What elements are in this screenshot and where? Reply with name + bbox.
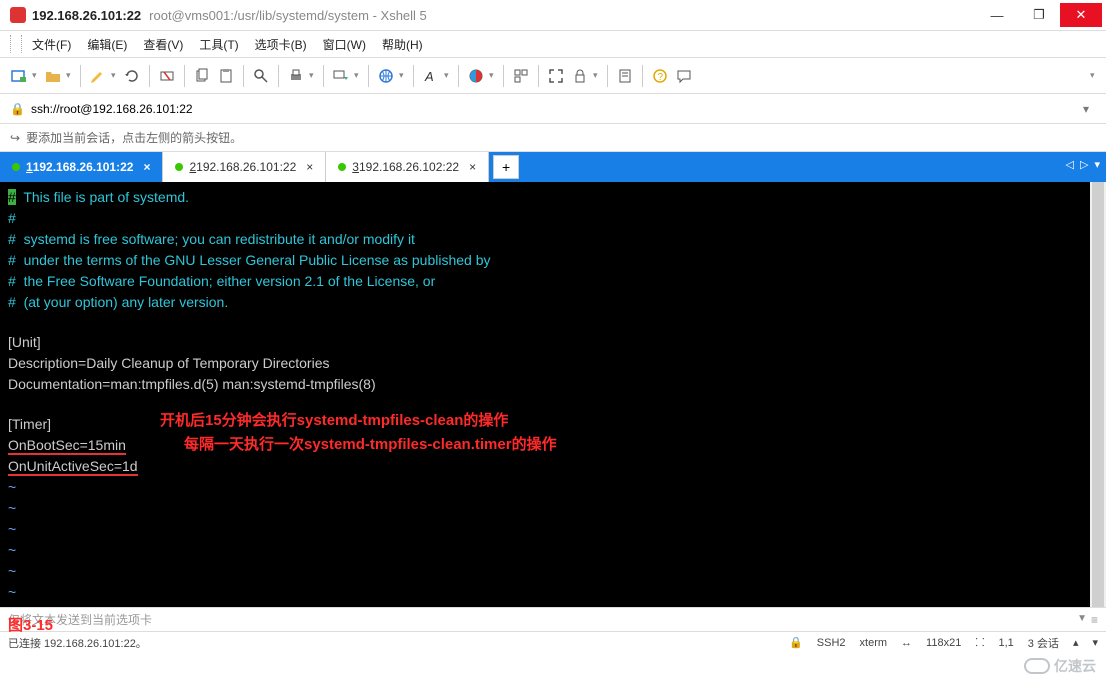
hint-bar: ↪ 要添加当前会话，点击左侧的箭头按钮。 [0,124,1106,152]
lock-small-icon: 🔒 [10,102,25,116]
menu-tabs[interactable]: 选项卡(B) [247,36,315,53]
tab-1[interactable]: 1 192.168.26.101:22 × [0,152,163,182]
menu-lines-icon[interactable]: ≡ [1091,613,1098,627]
bookmark-icon[interactable]: ↪ [10,131,20,145]
hint-text: 要添加当前会话，点击左侧的箭头按钮。 [26,129,242,146]
script-icon[interactable] [614,65,636,87]
speech-icon[interactable] [673,65,695,87]
edit-icon[interactable] [87,65,109,87]
print-icon[interactable] [285,65,307,87]
collapse-icon[interactable]: ▼ [1077,613,1087,627]
paste-icon[interactable] [215,65,237,87]
minimize-button[interactable]: — [976,3,1018,27]
color-icon[interactable] [465,65,487,87]
menu-window[interactable]: 窗口(W) [315,36,374,53]
status-pos: 1,1 [998,637,1013,649]
tab-close-icon[interactable]: × [306,160,313,174]
status-term: xterm [860,637,888,649]
status-size-icon: ↔ [901,637,912,649]
lock-icon[interactable] [569,65,591,87]
status-down-icon[interactable]: ▾ [1092,636,1098,649]
tab-close-icon[interactable]: × [143,160,150,174]
title-bar: 192.168.26.101:22 root@vms001:/usr/lib/s… [0,0,1106,30]
figure-label: 图3-15 [8,614,53,635]
sessions-icon[interactable] [510,65,532,87]
toolbar: ▾ ▾ ▾ ▾ ▾ ▾ A ▾ ▾ ▾ ? ▾ [0,58,1106,94]
watermark: 亿速云 [1024,656,1096,676]
status-dot-icon [12,163,20,171]
open-icon[interactable] [42,65,64,87]
close-button[interactable]: ✕ [1060,3,1102,27]
transfer-icon[interactable] [330,65,352,87]
toolbar-overflow-icon[interactable]: ▾ [1090,70,1098,81]
tab-3[interactable]: 3 192.168.26.102:22 × [326,152,489,182]
cloud-icon [1024,658,1050,674]
globe-icon[interactable] [375,65,397,87]
tab-label: 192.168.26.102:22 [359,160,459,174]
send-input-bar[interactable]: 仅将文本发送到当前选项卡 图3-15 ▼ ≡ [0,607,1106,631]
menu-view[interactable]: 查看(V) [135,36,191,53]
app-icon [10,7,26,23]
tab-label: 192.168.26.101:22 [196,160,296,174]
annotation-1: 开机后15分钟会执行systemd-tmpfiles-clean的操作 [160,409,508,430]
title-path: root@vms001:/usr/lib/systemd/system - Xs… [149,8,427,23]
disconnect-icon[interactable] [156,65,178,87]
address-bar: 🔒 ▾ [0,94,1106,124]
status-sessions: 3 会话 [1028,635,1059,651]
help-icon[interactable]: ? [649,65,671,87]
tab-2[interactable]: 2 192.168.26.101:22 × [163,152,326,182]
terminal-scrollbar[interactable] [1090,182,1106,607]
menu-edit[interactable]: 编辑(E) [79,36,135,53]
status-pos-icon: ⸬ [975,635,984,650]
svg-text:?: ? [658,72,664,83]
fullscreen-icon[interactable] [545,65,567,87]
maximize-button[interactable]: ❐ [1018,3,1060,27]
menu-bar: 文件(F) 编辑(E) 查看(V) 工具(T) 选项卡(B) 窗口(W) 帮助(… [0,30,1106,58]
tab-bar: 1 192.168.26.101:22 × 2 192.168.26.101:2… [0,152,1106,182]
font-icon[interactable]: A [420,65,442,87]
address-dropdown-icon[interactable]: ▾ [1076,102,1096,116]
new-tab-button[interactable]: + [493,155,519,179]
menu-tool[interactable]: 工具(T) [191,36,246,53]
tab-prev-icon[interactable]: ◁ [1066,158,1074,171]
status-size: 118x21 [926,637,961,649]
address-input[interactable] [31,102,1076,116]
status-lock-icon: 🔒 [789,636,803,649]
status-dot-icon [175,163,183,171]
new-session-icon[interactable] [8,65,30,87]
status-ssh: SSH2 [817,637,846,649]
menu-file[interactable]: 文件(F) [24,36,79,53]
search-icon[interactable] [250,65,272,87]
status-up-icon[interactable]: ▴ [1073,636,1079,649]
title-host: 192.168.26.101:22 [32,8,141,23]
terminal-content: # This file is part of systemd. # # syst… [8,188,1098,607]
menu-help[interactable]: 帮助(H) [374,36,431,53]
status-connected: 已连接 192.168.26.101:22。 [8,635,147,651]
svg-text:A: A [424,69,434,84]
tab-next-icon[interactable]: ▷ [1080,158,1088,171]
status-bar: 已连接 192.168.26.101:22。 🔒 SSH2 xterm ↔ 11… [0,631,1106,653]
tab-list-icon[interactable]: ▾ [1094,158,1100,171]
tab-label: 192.168.26.101:22 [33,160,134,174]
status-dot-icon [338,163,346,171]
terminal[interactable]: # This file is part of systemd. # # syst… [0,182,1106,607]
reconnect-icon[interactable] [121,65,143,87]
tab-close-icon[interactable]: × [469,160,476,174]
annotation-2: 每隔一天执行一次systemd-tmpfiles-clean.timer的操作 [184,433,557,454]
copy-icon[interactable] [191,65,213,87]
